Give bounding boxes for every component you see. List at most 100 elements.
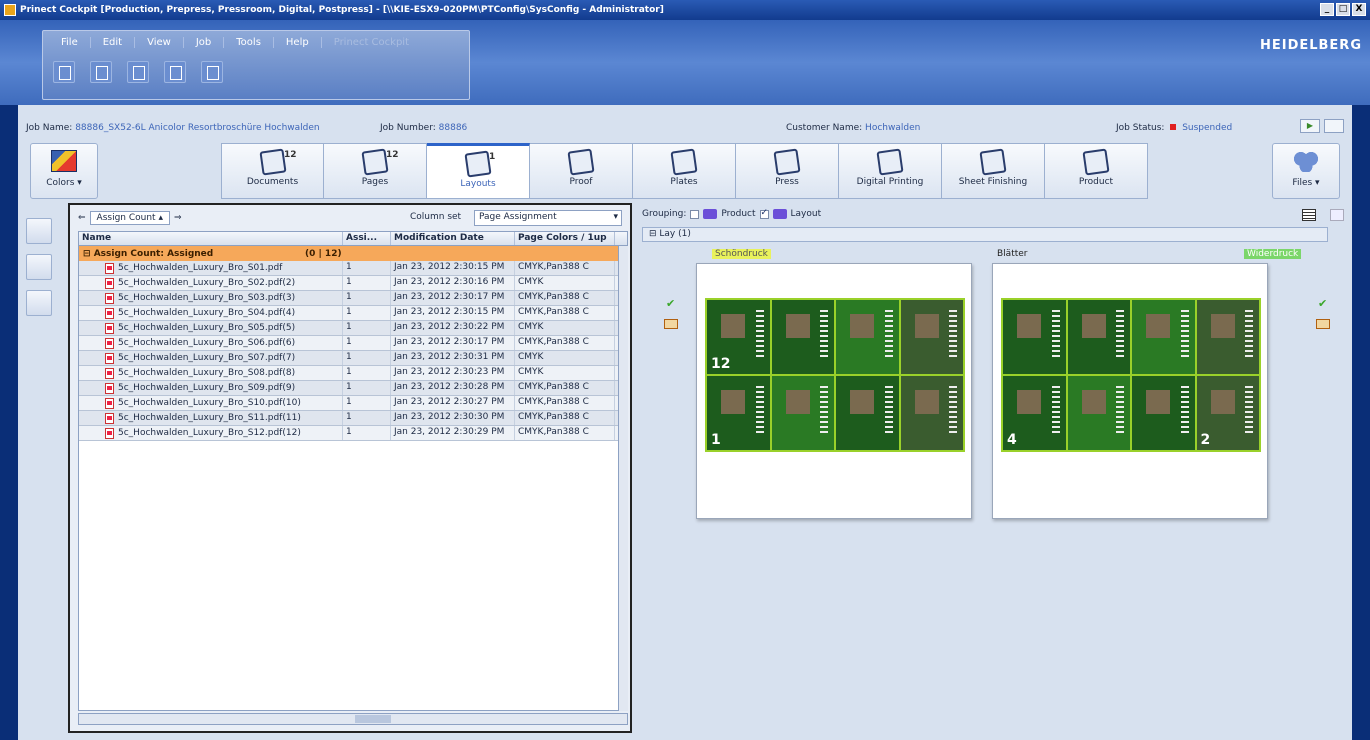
table-row[interactable]: 5c_Hochwalden_Luxury_Bro_S10.pdf(10) 1 Jan… <box>79 396 627 411</box>
table-row[interactable]: 5c_Hochwalden_Luxury_Bro_S02.pdf(2) 1 Jan … <box>79 276 627 291</box>
imposed-page[interactable] <box>836 300 899 374</box>
cell-colors: CMYK,Pan388 C <box>515 261 615 275</box>
close-button[interactable]: X <box>1352 3 1366 16</box>
imposed-page[interactable] <box>836 376 899 450</box>
job-number-value[interactable]: 88886 <box>439 123 468 133</box>
table-row[interactable]: 5c_Hochwalden_Luxury_Bro_S08.pdf(8) 1 Jan … <box>79 366 627 381</box>
col-assign[interactable]: Assi... <box>343 232 391 245</box>
imposed-page[interactable] <box>1067 376 1130 450</box>
cell-name: 5c_Hochwalden_Luxury_Bro_S03.pdf(3) <box>79 291 343 305</box>
imposed-page[interactable] <box>900 376 963 450</box>
menu-tools[interactable]: Tools <box>224 37 274 48</box>
minimize-button[interactable]: _ <box>1320 3 1334 16</box>
imposed-page[interactable] <box>1132 376 1195 450</box>
sheet-back-preview[interactable]: 42 <box>992 263 1268 519</box>
page-image <box>1081 314 1106 338</box>
column-set-select[interactable]: Page Assignment <box>474 210 622 226</box>
product-checkbox[interactable] <box>759 208 769 219</box>
imposed-page[interactable] <box>1067 300 1130 374</box>
step-plates[interactable]: Plates <box>633 143 736 199</box>
filter-add-icon[interactable]: ⇒ <box>174 213 182 223</box>
resume-button[interactable]: ▶ <box>1300 119 1320 133</box>
imposed-page[interactable] <box>1003 300 1066 374</box>
imposed-page[interactable]: 2 <box>1196 376 1259 450</box>
step-digital-printing[interactable]: Digital Printing <box>839 143 942 199</box>
page-image <box>1210 390 1235 414</box>
table-row[interactable]: 5c_Hochwalden_Luxury_Bro_S04.pdf(4) 1 Jan … <box>79 306 627 321</box>
sheet-card-icon[interactable] <box>664 319 678 329</box>
documents-view-icon[interactable] <box>26 254 52 280</box>
page-text-block <box>1180 310 1189 360</box>
imposed-page[interactable] <box>1132 300 1195 374</box>
grouping-options: Grouping: Product Layout <box>642 208 821 219</box>
vertical-scrollbar[interactable] <box>618 246 628 711</box>
cell-assign: 1 <box>343 366 391 380</box>
print-icon[interactable] <box>164 61 186 83</box>
menu-view[interactable]: View <box>135 37 184 48</box>
col-modification-date[interactable]: Modification Date <box>391 232 515 245</box>
pages-view-icon[interactable] <box>26 290 52 316</box>
cell-name: 5c_Hochwalden_Luxury_Bro_S02.pdf(2) <box>79 276 343 290</box>
table-row[interactable]: 5c_Hochwalden_Luxury_Bro_S01.pdf 1 Jan 23,… <box>79 261 627 276</box>
imposed-page[interactable]: 12 <box>707 300 770 374</box>
step-pages[interactable]: 12 Pages <box>324 143 427 199</box>
horizontal-scrollbar[interactable] <box>78 713 628 725</box>
cell-assign: 1 <box>343 291 391 305</box>
users-icon[interactable] <box>127 61 149 83</box>
tickets-icon[interactable] <box>26 218 52 244</box>
window-controls: _ □ X <box>1320 3 1366 16</box>
imposed-page[interactable] <box>1196 300 1259 374</box>
menu-file[interactable]: File <box>49 37 91 48</box>
job-icon[interactable] <box>53 61 75 83</box>
menu-job[interactable]: Job <box>184 37 225 48</box>
col-name[interactable]: Name <box>79 232 343 245</box>
sheet-front-preview[interactable]: 12 1 <box>696 263 972 519</box>
step-product[interactable]: Product <box>1045 143 1148 199</box>
step-layouts[interactable]: 1 Layouts <box>427 143 530 199</box>
files-button[interactable]: Files ▾ <box>1272 143 1340 199</box>
colors-button[interactable]: Colors ▾ <box>30 143 98 199</box>
step-press[interactable]: Press <box>736 143 839 199</box>
customer-name-value[interactable]: Hochwalden <box>865 123 920 133</box>
col-page-colors[interactable]: Page Colors / 1up <box>515 232 615 245</box>
job-name-value[interactable]: 88886_SX52-6L Anicolor Resortbroschüre H… <box>75 123 319 133</box>
imposed-page[interactable]: 4 <box>1003 376 1066 450</box>
grouping-checkbox[interactable] <box>690 209 700 219</box>
back-side-label: Widerdruck <box>1244 249 1302 259</box>
job-status-value: Suspended <box>1182 123 1233 133</box>
filter-chip-label[interactable]: Assign Count ▴ <box>89 211 170 225</box>
imposed-page[interactable] <box>771 376 834 450</box>
maximize-button[interactable]: □ <box>1336 3 1350 16</box>
scrollbar-thumb[interactable] <box>355 715 391 723</box>
page-number: 1 <box>711 432 721 448</box>
collapse-icon[interactable]: ⊟ <box>83 249 94 259</box>
table-row[interactable]: 5c_Hochwalden_Luxury_Bro_S05.pdf(5) 1 Jan … <box>79 321 627 336</box>
lay-group-header[interactable]: ⊟ Lay (1) <box>642 227 1328 242</box>
app-header: File Edit View Job Tools Help Prinect Co… <box>0 20 1370 105</box>
window-titlebar: Prinect Cockpit [Production, Prepress, P… <box>0 0 1370 20</box>
step-sheet-finishing[interactable]: Sheet Finishing <box>942 143 1045 199</box>
filter-back-icon[interactable]: ⇐ <box>78 213 86 223</box>
stop-button[interactable] <box>1324 119 1344 133</box>
grid-view-icon[interactable] <box>1302 209 1316 221</box>
table-row[interactable]: 5c_Hochwalden_Luxury_Bro_S06.pdf(6) 1 Jan … <box>79 336 627 351</box>
table-row[interactable]: 5c_Hochwalden_Luxury_Bro_S12.pdf(12) 1 Jan… <box>79 426 627 441</box>
menu-help[interactable]: Help <box>274 37 322 48</box>
imposed-page[interactable] <box>900 300 963 374</box>
table-row[interactable]: 5c_Hochwalden_Luxury_Bro_S07.pdf(7) 1 Jan … <box>79 351 627 366</box>
menu-edit[interactable]: Edit <box>91 37 136 48</box>
group-row[interactable]: ⊟ Assign Count: Assigned (0 | 12) <box>79 246 627 261</box>
chart-icon[interactable] <box>90 61 112 83</box>
list-view-icon[interactable] <box>1330 209 1344 221</box>
page-image <box>1017 390 1041 414</box>
sheet-card-icon[interactable] <box>1316 319 1330 329</box>
step-proof[interactable]: Proof <box>530 143 633 199</box>
step-documents[interactable]: 12 Documents <box>221 143 324 199</box>
imposed-page[interactable]: 1 <box>707 376 770 450</box>
table-row[interactable]: 5c_Hochwalden_Luxury_Bro_S03.pdf(3) 1 Jan … <box>79 291 627 306</box>
pdf-icon <box>105 322 114 334</box>
table-row[interactable]: 5c_Hochwalden_Luxury_Bro_S09.pdf(9) 1 Jan … <box>79 381 627 396</box>
table-row[interactable]: 5c_Hochwalden_Luxury_Bro_S11.pdf(11) 1 Jan… <box>79 411 627 426</box>
save-icon[interactable] <box>201 61 223 83</box>
imposed-page[interactable] <box>771 300 834 374</box>
